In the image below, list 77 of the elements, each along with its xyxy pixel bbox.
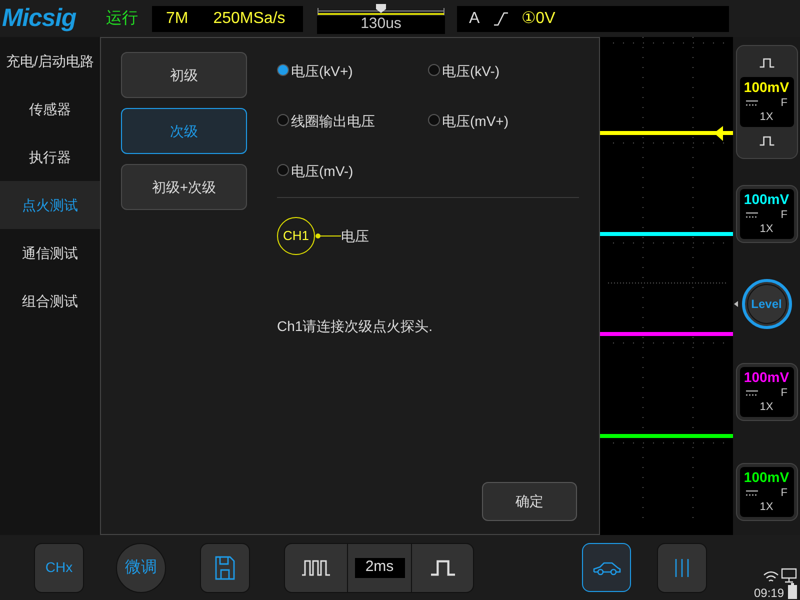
channel-card[interactable]: 100mV F 1X (736, 45, 798, 159)
channel-probe: 1X (760, 400, 774, 415)
level-button[interactable]: Level (742, 279, 792, 329)
pointer-icon (734, 301, 738, 307)
radio-label: 线圈输出电压 (291, 112, 375, 131)
channel-scale: 100mV (744, 468, 790, 487)
channel-coupling: F (780, 387, 788, 399)
signal-label: 电压 (341, 226, 369, 246)
radio-button[interactable] (277, 64, 289, 76)
radio-button[interactable] (277, 114, 289, 126)
dc-coupling-icon (746, 212, 758, 218)
save-button[interactable] (200, 542, 250, 592)
radio-button[interactable] (428, 114, 440, 126)
radio-label: 电压(kV-) (442, 62, 500, 81)
vertical-lines-icon (674, 558, 690, 576)
sidebar-item[interactable]: 点火测试 (0, 181, 100, 229)
pulse-icon (428, 560, 456, 576)
auto-mode-button[interactable] (582, 543, 631, 592)
sidebar-item[interactable]: 传感器 (0, 85, 100, 133)
channel-scale: 100mV (744, 78, 790, 97)
trigger-panel[interactable]: A ①0V (457, 6, 729, 32)
memory-depth: 7M (166, 8, 188, 28)
radio-option[interactable]: 电压(mV+) (428, 111, 579, 161)
trigger-source: A (469, 8, 480, 28)
radio-label: 电压(mV-) (291, 162, 354, 181)
channel-probe: 1X (760, 110, 774, 125)
wifi-icon (763, 571, 779, 583)
channel-probe: 1X (760, 500, 774, 515)
channel-coupling: F (780, 97, 788, 109)
trigger-level: ①0V (522, 8, 556, 28)
channel-card[interactable]: 100mV F 1X (736, 363, 798, 421)
clock-time: 09:19 (754, 587, 784, 599)
dc-coupling-icon (746, 100, 758, 106)
radio-label: 电压(mV+) (442, 112, 508, 131)
channel-probe: 1X (760, 222, 774, 237)
sample-rate: 250MSa/s (213, 8, 286, 28)
logo: Micsig (2, 2, 78, 34)
mode-button[interactable]: 初级+次级 (121, 164, 247, 210)
radio-option[interactable]: 电压(kV-) (428, 61, 579, 111)
channel-card[interactable]: 100mV F 1X (736, 185, 798, 243)
pulse-icon (758, 57, 774, 69)
sidebar-item[interactable]: 执行器 (0, 133, 100, 181)
channel-coupling: F (780, 487, 788, 499)
sidebar-item[interactable]: 通信测试 (0, 229, 100, 277)
timebase-value: 130us (360, 14, 402, 34)
fine-tune-button[interactable]: 微调 (116, 542, 166, 592)
car-icon (592, 560, 622, 576)
time-scale: 2ms (354, 558, 404, 578)
channel-label: CH1 (282, 227, 309, 246)
pulse-icon (758, 135, 774, 147)
mode-button[interactable]: 初级 (121, 52, 247, 98)
channel-scale: 100mV (744, 368, 790, 387)
channel-scale: 100mV (744, 190, 790, 209)
radio-button[interactable] (428, 64, 440, 76)
sidebar-item[interactable]: 组合测试 (0, 277, 100, 325)
channel-card[interactable]: 100mV F 1X (736, 463, 798, 521)
radio-option[interactable]: 电压(mV-) (277, 161, 428, 211)
confirm-button[interactable]: 确定 (482, 482, 577, 521)
pulse-train-icon (302, 560, 330, 576)
rising-edge-icon (494, 12, 508, 26)
run-state[interactable]: 运行 (106, 6, 152, 30)
radio-button[interactable] (277, 164, 289, 176)
radio-option[interactable]: 电压(kV+) (277, 61, 428, 111)
instruction-text: Ch1请连接次级点火探头. (277, 317, 434, 336)
mode-button[interactable]: 次级 (121, 108, 247, 154)
radio-label: 电压(kV+) (291, 62, 353, 81)
dc-coupling-icon (746, 390, 758, 396)
timebase-position-bar[interactable] (317, 4, 445, 16)
radio-option[interactable]: 线圈输出电压 (277, 111, 428, 161)
monitor-icon (781, 568, 797, 583)
timebase-panel[interactable]: 130us (317, 16, 445, 34)
sidebar-item[interactable]: 充电/启动电路 (0, 37, 100, 85)
dc-coupling-icon (746, 490, 758, 496)
channel-button[interactable]: CHx (34, 542, 84, 592)
battery-icon (788, 583, 797, 599)
cursor-button[interactable] (657, 542, 707, 592)
channel-coupling: F (780, 209, 788, 221)
